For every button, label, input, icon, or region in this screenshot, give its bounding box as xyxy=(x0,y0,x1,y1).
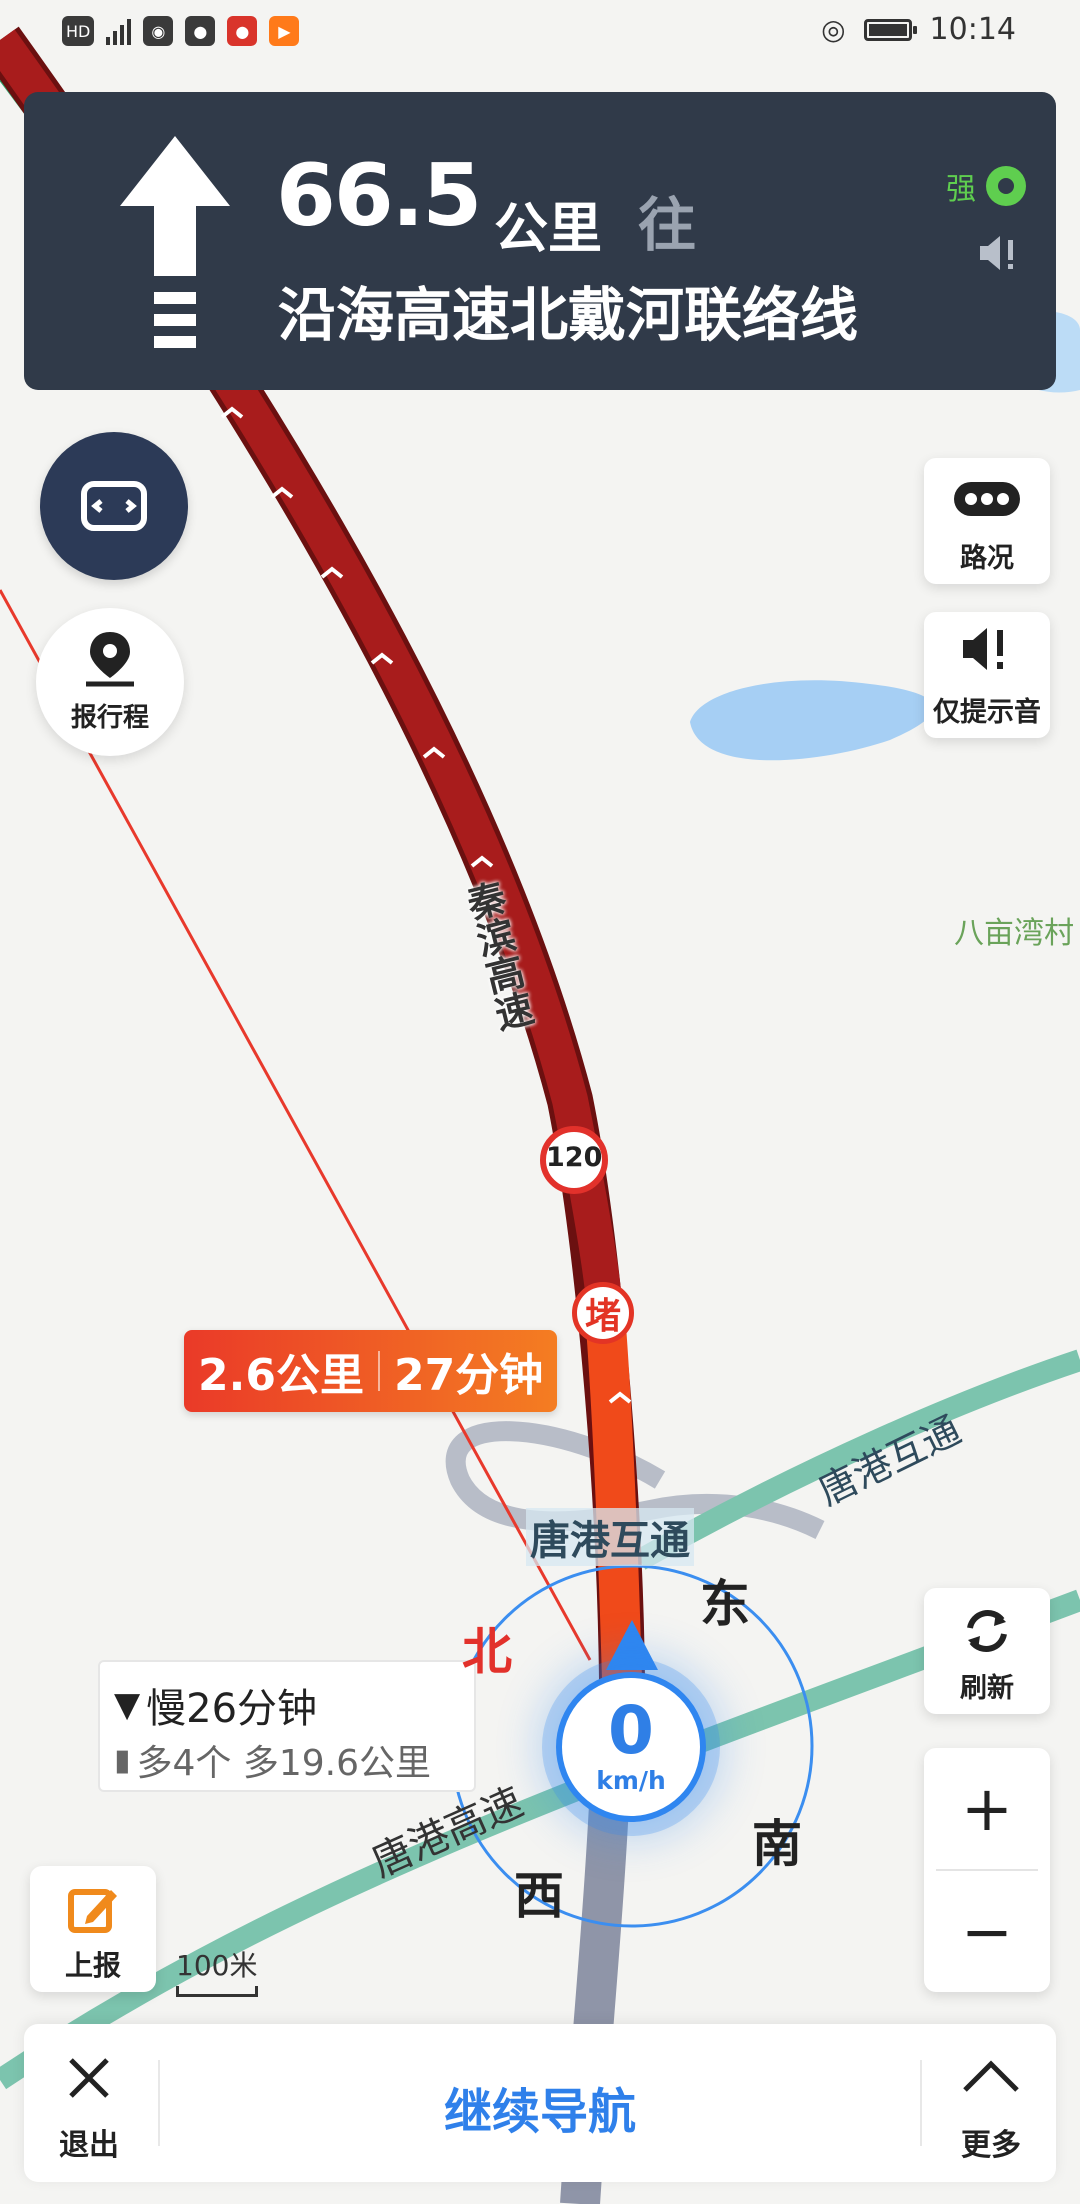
signal-icon xyxy=(106,17,132,45)
wechat-icon: ● xyxy=(185,16,216,46)
refresh-label: 刷新 xyxy=(960,1673,1014,1704)
mic-icon: ● xyxy=(227,16,258,46)
zoom-out-button[interactable]: − xyxy=(924,1871,1050,1992)
slower-text: 慢26分钟 xyxy=(146,1686,318,1732)
traffic-light-icon: ▮ xyxy=(114,1742,131,1778)
traffic-label: 路况 xyxy=(960,543,1014,574)
jam-marker[interactable]: 堵 xyxy=(572,1282,634,1344)
exit-button[interactable]: 退出 xyxy=(24,2024,154,2182)
more-button[interactable]: 更多 xyxy=(926,2024,1056,2182)
report-label: 上报 xyxy=(64,1949,121,1982)
traffic-icon xyxy=(954,482,1020,516)
battery-icon xyxy=(863,18,917,41)
bottom-nav-bar: 退出 继续导航 更多 xyxy=(24,2024,1056,2182)
route-jam-orange xyxy=(584,1298,642,1681)
interchange-label: 唐港互通 xyxy=(526,1508,694,1566)
drive-mode-icon xyxy=(81,481,147,531)
scale-bar xyxy=(176,1986,258,1997)
next-distance-unit: 公里 xyxy=(494,197,602,260)
speaker-alert-icon[interactable] xyxy=(976,230,1022,276)
report-button[interactable]: 上报 xyxy=(30,1866,156,1992)
zoom-in-button[interactable]: + xyxy=(924,1748,1050,1869)
compass-west: 西 xyxy=(514,1867,564,1925)
more-label: 更多 xyxy=(961,2128,1021,2163)
speed-limit-value: 120 xyxy=(546,1142,603,1173)
chevron-up-icon xyxy=(963,2060,1019,2092)
map-pin-icon xyxy=(86,632,134,687)
app-icon: ◉ xyxy=(143,16,174,46)
gps-status: 强 xyxy=(946,164,1026,208)
gps-strength-label: 强 xyxy=(946,172,976,207)
guidance-card[interactable]: 66.5 公里 往 沿海高速北戴河联络线 强 xyxy=(24,92,1056,390)
clock: 10:14 xyxy=(929,12,1016,47)
village-label: 八亩湾村 xyxy=(954,916,1074,951)
alt-route-compare[interactable]: ▼ 慢26分钟 ▮ 多4个 多19.6公里 xyxy=(98,1660,476,1792)
gps-signal-icon xyxy=(986,166,1026,206)
exit-label: 退出 xyxy=(59,2128,119,2163)
thumbs-down-icon: ▼ xyxy=(114,1685,141,1725)
compass-east: 东 xyxy=(700,1575,750,1633)
status-bar: HD ◉ ● ● ▶ ◎ 10:14 xyxy=(0,0,1080,66)
straight-arrow-icon xyxy=(120,136,230,348)
jam-distance: 2.6公里 xyxy=(198,1350,364,1401)
refresh-button[interactable]: 刷新 xyxy=(924,1588,1050,1714)
continue-navigation-button[interactable]: 继续导航 xyxy=(160,2072,920,2142)
report-trip-button[interactable]: 报行程 xyxy=(36,608,184,756)
next-road-name: 沿海高速北戴河联络线 xyxy=(278,281,859,349)
hd-icon: HD xyxy=(62,16,95,46)
compass-north: 北 xyxy=(462,1623,512,1681)
edit-report-icon xyxy=(68,1889,117,1933)
sound-mode-button[interactable]: 仅提示音 xyxy=(924,612,1050,738)
compass-south: 南 xyxy=(752,1815,802,1873)
water-area xyxy=(690,680,934,761)
jam-callout[interactable]: 2.6公里 27分钟 xyxy=(184,1330,558,1412)
speed-value: 0 xyxy=(608,1692,654,1769)
jam-divider xyxy=(377,1351,380,1391)
speaker-icon xyxy=(963,628,1003,670)
close-icon xyxy=(69,2058,109,2098)
location-icon: ◎ xyxy=(821,13,846,46)
map-scale: 100米 xyxy=(176,1944,258,1997)
extra-text: 多4个 多19.6公里 xyxy=(136,1743,432,1784)
speedometer: 0 km/h xyxy=(556,1672,706,1822)
traffic-button[interactable]: 路况 xyxy=(924,458,1050,584)
towards-label: 往 xyxy=(638,191,697,259)
refresh-icon xyxy=(967,1610,1007,1652)
speed-unit: km/h xyxy=(596,1766,666,1795)
report-trip-label: 报行程 xyxy=(70,703,149,733)
next-distance: 66.5 xyxy=(276,146,482,246)
video-icon: ▶ xyxy=(269,16,300,46)
sound-mode-label: 仅提示音 xyxy=(933,697,1041,728)
drive-mode-button[interactable] xyxy=(40,432,188,580)
scale-label: 100米 xyxy=(176,1949,258,1982)
jam-time: 27分钟 xyxy=(393,1350,544,1401)
zoom-control: + − xyxy=(924,1748,1050,1992)
divider xyxy=(920,2060,922,2146)
route-direction-chevrons xyxy=(220,406,632,1404)
